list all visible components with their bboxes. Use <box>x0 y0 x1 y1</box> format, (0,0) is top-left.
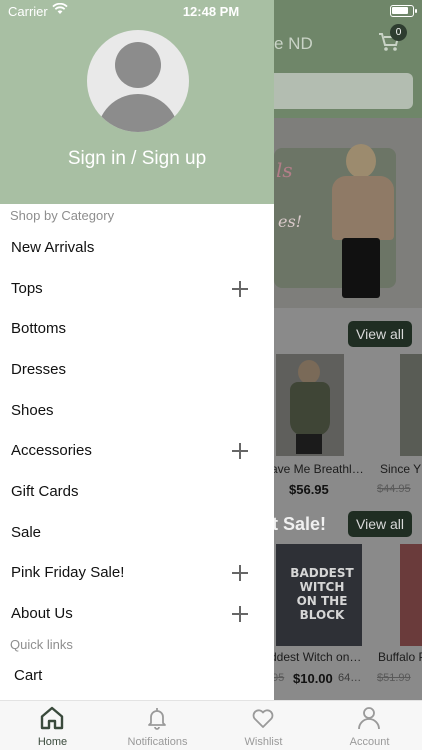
shirt-print-text: BADDEST WITCH ON THE BLOCK <box>290 566 354 622</box>
banner-model-body <box>332 176 394 240</box>
banner-model-legs <box>342 238 380 298</box>
person-icon <box>358 707 380 730</box>
menu-item-label: Gift Cards <box>11 483 79 500</box>
tab-wishlist[interactable]: Wishlist <box>211 701 316 750</box>
product-price: $56.95 <box>289 482 329 497</box>
product-name[interactable]: ave Me Breathl… <box>271 462 371 476</box>
product-image[interactable] <box>400 354 422 456</box>
sign-in-button[interactable]: Sign in / Sign up <box>0 148 274 170</box>
side-drawer: Sign in / Sign up Shop by Category New A… <box>0 0 274 700</box>
drawer-header: Sign in / Sign up <box>0 0 274 204</box>
product-old-price: $51.99 <box>377 672 411 684</box>
tab-label: Wishlist <box>244 736 283 748</box>
avatar-body <box>97 94 179 132</box>
cart-count-badge: 0 <box>390 24 407 41</box>
plus-icon[interactable] <box>232 443 248 459</box>
battery-icon <box>390 5 417 17</box>
banner-script-text: ls <box>276 158 293 182</box>
plus-icon[interactable] <box>232 565 248 581</box>
quick-link-cart[interactable]: Cart <box>14 667 42 684</box>
product-model-head <box>298 360 320 384</box>
tab-home[interactable]: Home <box>0 701 105 750</box>
tab-label: Notifications <box>127 736 188 748</box>
menu-item-label: About Us <box>11 605 73 622</box>
plus-icon[interactable] <box>232 606 248 622</box>
store-title: e ND <box>274 34 313 53</box>
avatar-head <box>115 42 161 88</box>
tab-notifications[interactable]: Notifications <box>105 701 210 750</box>
menu-item-shoes[interactable]: Shoes <box>0 391 274 431</box>
sale-heading: t Sale! <box>272 514 327 534</box>
plus-icon[interactable] <box>232 281 248 297</box>
product-name[interactable]: ddest Witch on… <box>270 650 370 664</box>
product-image[interactable] <box>276 354 344 456</box>
product-old-price: $44.95 <box>377 483 411 495</box>
menu-item-new-arrivals[interactable]: New Arrivals <box>0 228 274 268</box>
menu-item-label: Dresses <box>11 361 67 378</box>
home-icon <box>40 706 64 730</box>
product-dress <box>290 382 330 436</box>
category-heading: Shop by Category <box>10 208 115 223</box>
menu-item-about-us[interactable]: About Us <box>0 594 274 634</box>
menu-item-accessories[interactable]: Accessories <box>0 431 274 471</box>
product-image[interactable] <box>400 544 422 646</box>
menu-item-pink-friday-sale[interactable]: Pink Friday Sale! <box>0 553 274 593</box>
menu-item-label: Accessories <box>11 442 92 459</box>
menu-item-label: Tops <box>11 280 43 297</box>
menu-item-tops[interactable]: Tops <box>0 269 274 309</box>
status-time: 12:48 PM <box>182 4 240 19</box>
tab-account[interactable]: Account <box>317 701 422 750</box>
banner-model-head <box>346 144 376 178</box>
bell-icon <box>148 708 166 730</box>
promo-banner[interactable]: ls es! <box>274 118 422 308</box>
quick-links-heading: Quick links <box>10 637 73 652</box>
menu-item-label: Pink Friday Sale! <box>11 564 125 581</box>
tab-bar: Home Notifications Wishlist Account <box>0 700 422 750</box>
product-image[interactable]: BADDEST WITCH ON THE BLOCK <box>276 544 362 646</box>
menu-item-label: Bottoms <box>11 320 67 337</box>
product-boots <box>296 434 322 454</box>
tab-label: Home <box>37 736 68 748</box>
menu-item-sale[interactable]: Sale <box>0 513 274 553</box>
product-price: $10.00 <box>293 671 333 686</box>
menu-item-label: New Arrivals <box>11 239 95 256</box>
heart-icon <box>252 709 274 728</box>
status-bar: Carrier 12:48 PM <box>0 0 422 22</box>
menu-item-gift-cards[interactable]: Gift Cards <box>0 472 274 512</box>
view-all-button-sale[interactable]: View all <box>348 511 412 537</box>
menu-item-dresses[interactable]: Dresses <box>0 350 274 390</box>
product-name[interactable]: Buffalo P <box>378 650 422 664</box>
product-name[interactable]: Since Y <box>380 462 422 476</box>
tab-label: Account <box>349 736 390 748</box>
product-extra: 64… <box>338 672 362 684</box>
menu-item-label: Sale <box>11 524 42 541</box>
menu-item-bottoms[interactable]: Bottoms <box>0 309 274 349</box>
menu-item-label: Shoes <box>11 402 54 419</box>
avatar[interactable] <box>87 30 189 132</box>
view-all-button-new[interactable]: View all <box>348 321 412 347</box>
banner-fragment-text: es! <box>278 212 303 231</box>
store-search-field[interactable] <box>260 73 413 109</box>
